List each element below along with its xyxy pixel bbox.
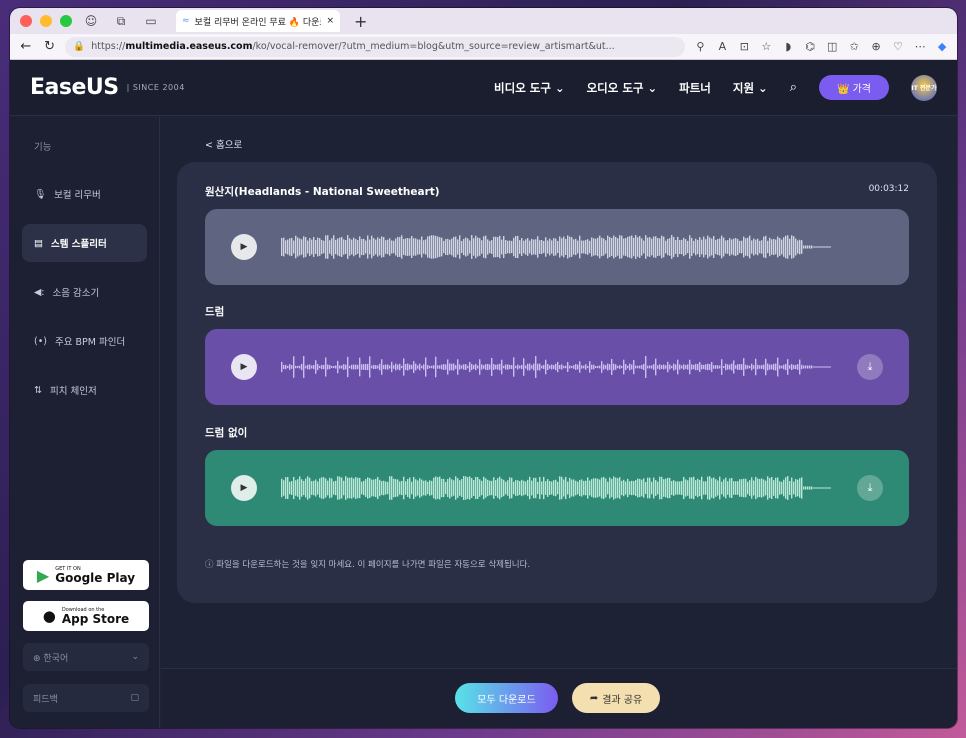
sidebar-item-label: 소음 감소기: [52, 288, 100, 299]
stem-icon: ▤: [34, 237, 43, 249]
price-button[interactable]: 👑 가격: [818, 75, 889, 100]
download-icon[interactable]: ⤓: [857, 354, 883, 380]
new-tab-button[interactable]: +: [354, 12, 367, 31]
refresh-icon[interactable]: ↻: [42, 39, 58, 54]
sidebar-item-label: 피치 체인저: [49, 386, 97, 397]
chevron-down-icon: ⌄: [131, 652, 139, 662]
sidebar-item-pitch-changer[interactable]: ⇅ 피치 체인저: [22, 371, 147, 409]
no-drums-track-player: ▶ ⤓: [205, 450, 909, 526]
waveform[interactable]: [281, 464, 833, 512]
active-tab[interactable]: ≈ 보컬 리무버 온라인 무료 🔥 다운로드 ×: [176, 10, 340, 32]
broadcast-icon: (•): [34, 335, 48, 347]
extension-icon[interactable]: ◗: [781, 40, 795, 53]
avatar[interactable]: IT 전문가: [911, 74, 937, 101]
microphone-icon: 🎙: [34, 188, 47, 200]
sidebar-item-vocal-remover[interactable]: 🎙 보컬 리무버: [22, 175, 147, 213]
play-button[interactable]: ▶: [231, 234, 257, 260]
main-content: < 홈으로 원산지(Headlands - National Sweethear…: [161, 117, 957, 728]
share-results-button[interactable]: ➦ 결과 공유: [572, 683, 660, 713]
speaker-icon: ◀:: [34, 286, 45, 298]
download-icon[interactable]: ⤓: [857, 475, 883, 501]
since-label: | SINCE 2004: [126, 83, 185, 92]
profile-icon[interactable]: ☺: [80, 12, 102, 30]
reader-icon[interactable]: ⊡: [737, 40, 751, 53]
sidebar-item-bpm-finder[interactable]: (•) 주요 BPM 파인더: [22, 322, 147, 360]
chat-icon: ▢: [130, 693, 139, 703]
sidebar-item-label: 보컬 리무버: [54, 190, 101, 201]
action-bar: 모두 다운로드 ➦ 결과 공유: [161, 668, 957, 728]
back-home-link[interactable]: < 홈으로: [205, 137, 242, 151]
tab-favicon-icon: ≈: [182, 16, 190, 26]
menu-support[interactable]: 지원 ⌄: [733, 80, 768, 96]
key-icon[interactable]: ⚲: [693, 40, 707, 53]
favorite-icon[interactable]: ☆: [759, 40, 773, 53]
tab-bar: ☺ ⧉ ▭ ≈ 보컬 리무버 온라인 무료 🔥 다운로드 × +: [10, 8, 957, 34]
easeus-logo[interactable]: EaseUS: [30, 75, 119, 100]
sidebar-heading: 기능: [34, 142, 52, 153]
website: EaseUS | SINCE 2004 비디오 도구 ⌄ 오디오 도구 ⌄ 파트…: [10, 60, 957, 728]
main-menu: 비디오 도구 ⌄ 오디오 도구 ⌄ 파트너 지원 ⌄ ⌕ 👑 가격 IT 전문가: [494, 74, 937, 101]
search-icon[interactable]: ⌕: [790, 80, 797, 95]
results-card: 원산지(Headlands - National Sweetheart) 00:…: [177, 162, 937, 603]
read-aloud-icon[interactable]: A: [715, 40, 729, 53]
lock-icon: 🔒: [73, 41, 86, 52]
download-notice: ⓘ 파일을 다운로드하는 것을 잊지 마세요. 이 페이지를 나가면 파일은 자…: [205, 560, 531, 570]
sidebar-item-noise-reducer[interactable]: ◀: 소음 감소기: [22, 273, 147, 311]
no-drums-track-label: 드럼 없이: [205, 427, 248, 439]
sidebar: 기능 🎙 보컬 리무버 ▤ 스템 스플리터 ◀: 소음 감소기 (•) 주요 B…: [10, 117, 160, 728]
menu-partner[interactable]: 파트너: [679, 80, 711, 96]
maximize-window-button[interactable]: [60, 15, 72, 27]
drums-track-player: ▶ ⤓: [205, 329, 909, 405]
download-all-button[interactable]: 모두 다운로드: [455, 683, 558, 713]
waveform[interactable]: [281, 343, 833, 391]
url-host: multimedia.easeus.com: [125, 41, 253, 52]
performance-icon[interactable]: ♡: [891, 40, 905, 53]
google-play-icon: ▶: [36, 565, 50, 585]
sidebar-item-label: 스템 스플리터: [50, 239, 107, 250]
browser-window: ☺ ⧉ ▭ ≈ 보컬 리무버 온라인 무료 🔥 다운로드 × + ← ↻ 🔒 h…: [10, 8, 957, 728]
pitch-icon: ⇅: [34, 384, 42, 396]
tab-title: 보컬 리무버 온라인 무료 🔥 다운로드: [194, 17, 322, 28]
feedback-label: 피드백: [33, 694, 58, 705]
language-select[interactable]: ⊕ 한국어 ⌄: [23, 643, 149, 671]
track-duration: 00:03:12: [868, 184, 909, 194]
apple-icon: ●: [42, 607, 56, 625]
sidebar-item-label: 주요 BPM 파인더: [55, 337, 126, 348]
sidebar-item-stem-splitter[interactable]: ▤ 스템 스플리터: [22, 224, 147, 262]
share-icon: ➦: [589, 692, 599, 704]
collections-icon[interactable]: ⊕: [869, 40, 883, 53]
menu-audio-tools[interactable]: 오디오 도구 ⌄: [587, 80, 658, 96]
original-track-player: ▶: [205, 209, 909, 285]
url-path: /ko/vocal-remover/?utm_medium=blog&utm_s…: [252, 41, 615, 52]
original-track-label: 원산지(Headlands - National Sweetheart): [205, 186, 440, 198]
copilot-icon[interactable]: ◆: [935, 40, 949, 53]
language-label: ⊕ 한국어: [33, 653, 69, 664]
menu-video-tools[interactable]: 비디오 도구 ⌄: [494, 80, 565, 96]
waveform[interactable]: [281, 223, 833, 271]
google-play-button[interactable]: ▶ GET IT ON Google Play: [23, 560, 149, 590]
puzzle-icon[interactable]: ⌬: [803, 40, 817, 53]
minimize-window-button[interactable]: [40, 15, 52, 27]
url-prefix: https://: [91, 41, 126, 52]
more-icon[interactable]: ⋯: [913, 40, 927, 53]
play-button[interactable]: ▶: [231, 475, 257, 501]
split-screen-icon[interactable]: ◫: [825, 40, 839, 53]
workspaces-icon[interactable]: ⧉: [110, 12, 132, 30]
drums-track-label: 드럼: [205, 306, 225, 318]
address-bar-row: ← ↻ 🔒 https://multimedia.easeus.com/ko/v…: [10, 34, 957, 60]
close-tab-icon[interactable]: ×: [326, 16, 334, 26]
app-store-large-text: App Store: [61, 611, 130, 626]
site-header: EaseUS | SINCE 2004 비디오 도구 ⌄ 오디오 도구 ⌄ 파트…: [10, 60, 957, 116]
share-label: 결과 공유: [602, 694, 643, 706]
app-store-button[interactable]: ● Download on the App Store: [23, 601, 149, 631]
back-icon[interactable]: ←: [18, 39, 34, 54]
url-field[interactable]: 🔒 https://multimedia.easeus.com/ko/vocal…: [65, 36, 686, 57]
tab-actions-icon[interactable]: ▭: [140, 12, 162, 30]
google-play-large-text: Google Play: [55, 570, 136, 585]
close-window-button[interactable]: [20, 15, 32, 27]
feedback-button[interactable]: 피드백 ▢: [23, 684, 149, 712]
play-button[interactable]: ▶: [231, 354, 257, 380]
favorites-icon[interactable]: ✩: [847, 40, 861, 53]
